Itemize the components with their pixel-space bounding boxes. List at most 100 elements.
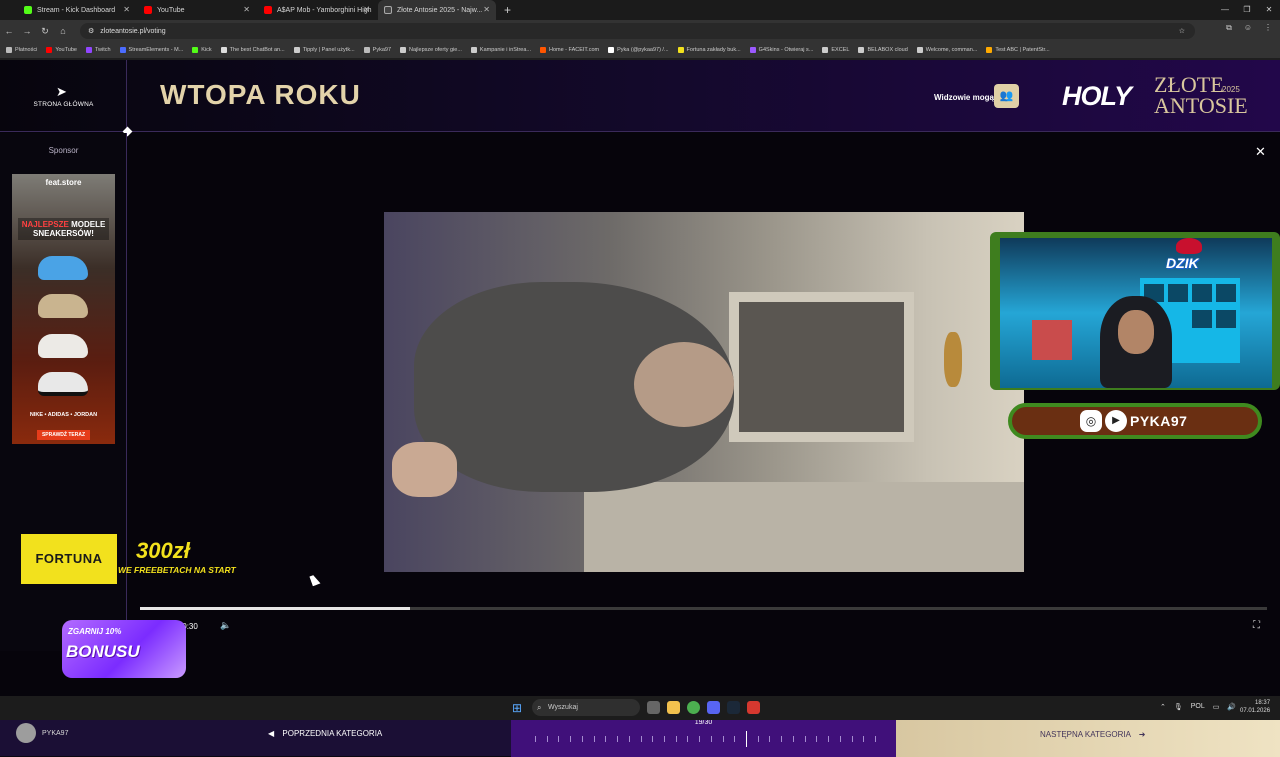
address-bar[interactable]: ⚙ zloteantosie.pl/voting ☆ (80, 23, 1195, 39)
close-tab-icon[interactable]: ✕ (483, 5, 490, 14)
speaker-icon[interactable]: 🔊 (1227, 703, 1236, 711)
steam-icon[interactable] (727, 701, 740, 714)
next-category-label: NASTĘPNA KATEGORIA (1040, 730, 1131, 739)
ad-cta-button[interactable]: SPRAWDŹ TERAZ (37, 430, 90, 440)
category-tick (617, 736, 619, 742)
video-scene (392, 442, 457, 497)
bookmark-label: YouTube (55, 47, 77, 53)
close-window-icon[interactable]: ✕ (1258, 0, 1280, 20)
window-controls: — ❐ ✕ (1214, 0, 1280, 20)
bookmark-item[interactable]: Twitch (85, 47, 111, 53)
extensions-icon[interactable]: ⧉ (1226, 23, 1232, 33)
app-icon[interactable] (747, 701, 760, 714)
ad-brand: feat.store (45, 178, 82, 187)
taskbar-search[interactable]: ⌕ Wyszukaj (532, 699, 640, 716)
close-tab-icon[interactable]: ✕ (363, 5, 370, 14)
category-tick (652, 736, 654, 742)
microphone-icon[interactable]: 🎙 (1174, 703, 1183, 711)
home-icon[interactable]: ⌂ (54, 26, 72, 36)
voting-page: ➤ STRONA GŁÓWNA WTOPA ROKU Widzowie mogą… (0, 60, 1280, 757)
tab-asap-mob[interactable]: A$AP Mob - Yamborghini High ✕ (258, 0, 376, 20)
category-tick (816, 736, 818, 742)
bookmark-item[interactable]: Pyka97 (363, 47, 391, 53)
tab-title: A$AP Mob - Yamborghini High (277, 6, 372, 14)
reload-icon[interactable]: ↻ (36, 26, 54, 37)
bookmark-item[interactable]: StreamElements - M... (119, 47, 183, 53)
category-title: WTOPA ROKU (160, 79, 361, 110)
new-tab-button[interactable]: + (504, 3, 511, 17)
bookmark-item[interactable]: BELABOX cloud (858, 47, 908, 53)
home-button[interactable]: ➤ STRONA GŁÓWNA (0, 60, 127, 132)
ad-headline-3: SNEAKERSÓW! (33, 229, 94, 238)
video-progress-bar[interactable] (140, 607, 1267, 610)
bookmark-item[interactable]: Fortuna zakłady buk... (677, 47, 741, 53)
tab-youtube[interactable]: YouTube ✕ (138, 0, 256, 20)
tab-zlote-antosie[interactable]: Złote Antosie 2025 - Najw... ✕ (378, 0, 496, 20)
bookmark-item[interactable]: Kick (192, 47, 212, 53)
category-tick (722, 736, 724, 742)
bookmark-item[interactable]: Test ABC | PatentStr... (986, 47, 1050, 53)
menu-icon[interactable]: ⋮ (1264, 23, 1272, 33)
tab-kick-dashboard[interactable]: Stream - Kick Dashboard ✕ (18, 0, 136, 20)
bookmarks-bar: Płatności YouTube Twitch StreamElements - M… (0, 42, 1280, 58)
category-tick (792, 736, 794, 742)
bookmark-icon (749, 47, 756, 53)
previous-category-button[interactable]: ◀ POPRZEDNIA KATEGORIA (268, 729, 382, 738)
site-info-icon[interactable]: ⚙ (88, 27, 94, 35)
category-tick (687, 736, 689, 742)
address-row: ← → ↻ ⌂ ⚙ zloteantosie.pl/voting ☆ ⧉ ☺ ⋮ (0, 20, 1280, 42)
bookmark-item[interactable]: Płatności (6, 47, 37, 53)
search-placeholder: Wyszukaj (548, 704, 578, 711)
back-icon[interactable]: ← (0, 26, 18, 36)
bookmark-item[interactable]: G4Skins - Otwieraj s... (749, 47, 813, 53)
bookmark-icon (400, 47, 407, 53)
bookmark-item[interactable]: Najlepsze oferty gie... (400, 47, 462, 53)
bookmark-item[interactable]: Tipply | Panel użytk... (293, 47, 355, 53)
bull-logo-icon (1176, 238, 1202, 254)
forward-icon[interactable]: → (18, 26, 36, 36)
video-player[interactable] (384, 212, 1024, 572)
category-tick (558, 736, 560, 742)
fortuna-logo[interactable]: FORTUNA (21, 534, 117, 584)
bookmark-star-icon[interactable]: ☆ (1179, 27, 1185, 35)
bookmark-icon (192, 47, 199, 53)
bookmark-icon (539, 47, 546, 53)
close-tab-icon[interactable]: ✕ (243, 5, 250, 14)
category-tick (734, 736, 736, 742)
system-clock[interactable]: 18:37 07.01.2026 (1240, 699, 1270, 715)
bookmark-item[interactable]: Welcome, comman... (916, 47, 977, 53)
close-icon[interactable]: ✕ (1255, 144, 1266, 160)
maximize-icon[interactable]: ❐ (1236, 0, 1258, 20)
file-explorer-icon[interactable] (667, 701, 680, 714)
close-tab-icon[interactable]: ✕ (123, 5, 130, 14)
bookmark-item[interactable]: Kampanie i inStrea... (470, 47, 531, 53)
bookmark-icon (220, 47, 227, 53)
language-indicator[interactable]: POL (1191, 703, 1205, 711)
fullscreen-icon[interactable]: ⛶ (1253, 620, 1260, 631)
profile-icon[interactable]: ☺ (1244, 23, 1252, 33)
category-tick (863, 736, 865, 742)
tray-chevron-icon[interactable]: ⌃ (1160, 703, 1166, 711)
category-tick (663, 736, 665, 742)
windows-start-icon[interactable]: ⊞ (512, 701, 522, 715)
logo-holy: HOLY (1062, 81, 1132, 111)
sponsor-ad-banner[interactable]: feat.store NAJLEPSZE MODELE SNEAKERSÓW! … (12, 174, 115, 444)
network-icon[interactable]: ▭ (1213, 703, 1220, 711)
bookmark-item[interactable]: Home - FACEIT.com (539, 47, 599, 53)
ad-headline-1: NAJLEPSZE (21, 220, 69, 229)
bookmark-label: EXCEL (831, 47, 850, 53)
viewers-group-icon[interactable]: 👥 (994, 84, 1019, 108)
category-ticks (535, 731, 876, 747)
bookmark-item[interactable]: YouTube (46, 47, 77, 53)
chrome-icon[interactable] (687, 701, 700, 714)
youtube-icon (264, 6, 272, 14)
bookmark-item[interactable]: Pyka (@pykaa97) /... (608, 47, 669, 53)
minimize-icon[interactable]: — (1214, 0, 1236, 20)
logo-zlote-antosie: ZŁOTE ANTOSIE (1154, 74, 1248, 117)
discord-icon[interactable] (707, 701, 720, 714)
task-view-icon[interactable] (647, 701, 660, 714)
bookmark-item[interactable]: The best ChatBot an... (220, 47, 285, 53)
bookmark-item[interactable]: EXCEL (822, 47, 849, 53)
volume-icon[interactable]: 🔈 (220, 620, 231, 631)
webcam-scene (1216, 284, 1236, 302)
